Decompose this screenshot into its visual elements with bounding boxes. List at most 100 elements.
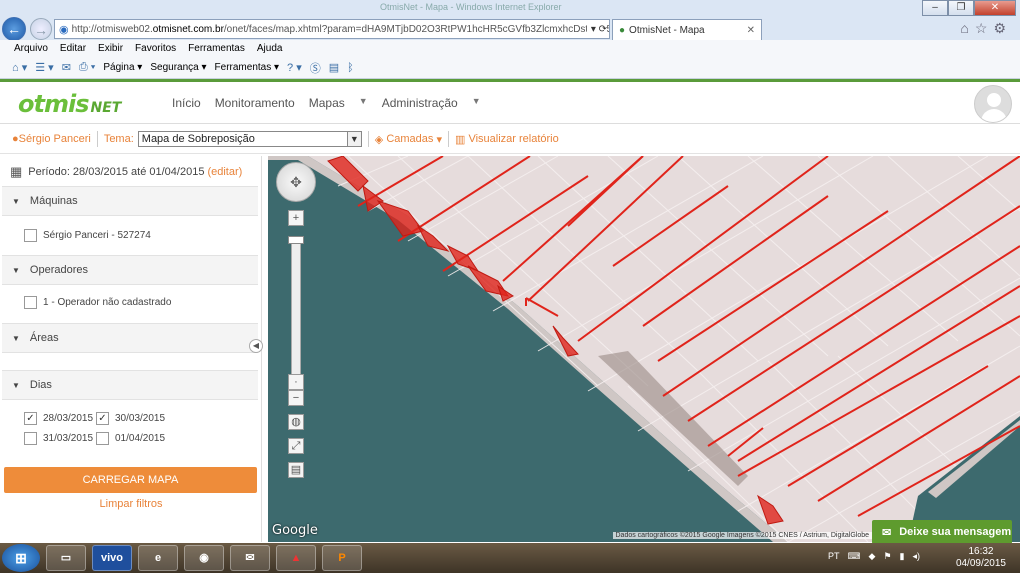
address-bar[interactable]: ◉ http://otmisweb02. otmisnet.com.br/onet…	[54, 19, 610, 39]
map-canvas[interactable]: ✥ + · − ◍ ⤢ ▤ Google Dados cartográficos…	[268, 156, 1020, 542]
feeds-icon[interactable]: ☰ ▾	[35, 61, 53, 74]
globe-icon[interactable]: ◍	[288, 414, 304, 430]
nav-administracao[interactable]: Administração	[382, 96, 458, 110]
period-text: Período: 28/03/2015 até 01/04/2015	[28, 166, 205, 178]
layers-button[interactable]: Camadas	[386, 133, 433, 145]
cmd-seguranca[interactable]: Segurança ▾	[150, 62, 206, 73]
help-icon[interactable]: ? ▾	[287, 61, 302, 74]
chevron-down-icon[interactable]: ▼	[359, 96, 368, 110]
checkbox-checked[interactable]: ✓	[96, 412, 109, 425]
report-link[interactable]: Visualizar relatório	[468, 133, 558, 145]
menu-favoritos[interactable]: Favoritos	[135, 43, 176, 54]
day-checkbox-row[interactable]: 01/04/2015	[96, 432, 165, 445]
zoom-in-button[interactable]: +	[288, 210, 304, 226]
zoom-slider-track[interactable]	[291, 236, 301, 380]
section-dias[interactable]: ▼ Dias	[2, 370, 258, 400]
pan-control-icon[interactable]: ✥	[276, 162, 316, 202]
home-icon[interactable]: ⌂	[960, 20, 974, 36]
chrome-taskbar-icon[interactable]: ◉	[184, 545, 224, 571]
section-operadores[interactable]: ▼ Operadores	[2, 255, 258, 285]
checkbox-label: 30/03/2015	[115, 413, 166, 424]
bluetooth-icon[interactable]: ᛒ	[347, 62, 354, 74]
triangle-down-icon: ▼	[12, 380, 20, 390]
favorites-icon[interactable]: ☆	[975, 20, 994, 36]
load-map-button[interactable]: CARREGAR MAPA	[4, 467, 257, 493]
refresh-icon[interactable]: ▾ ⟳	[586, 23, 607, 35]
day-checkbox-row[interactable]: ✓ 28/03/2015	[24, 412, 93, 425]
outlook-taskbar-icon[interactable]: ✉	[230, 545, 270, 571]
period-edit-link[interactable]: (editar)	[207, 166, 242, 178]
checkbox[interactable]	[24, 229, 37, 242]
checkbox[interactable]	[96, 432, 109, 445]
chevron-down-icon[interactable]: ▼	[472, 96, 481, 110]
menu-arquivo[interactable]: Arquivo	[14, 43, 48, 54]
explorer-taskbar-icon[interactable]: ▭	[46, 545, 86, 571]
tab-title: OtmisNet - Mapa	[629, 25, 705, 36]
section-maquinas[interactable]: ▼ Máquinas	[2, 186, 258, 216]
menu-ajuda[interactable]: Ajuda	[257, 43, 283, 54]
mail-icon[interactable]: ✉	[62, 61, 71, 74]
cmd-ferramentas[interactable]: Ferramentas ▾	[215, 62, 280, 73]
checkbox-checked[interactable]: ✓	[24, 412, 37, 425]
settings-icon[interactable]: ⚙	[993, 20, 1012, 36]
machine-checkbox-row[interactable]: Sérgio Panceri - 527274	[24, 229, 151, 242]
otmis-logo[interactable]: otmis NET	[18, 90, 121, 118]
nav-monitoramento[interactable]: Monitoramento	[215, 96, 295, 110]
theme-select[interactable]: Mapa de Sobreposição ▼	[137, 131, 362, 147]
ie-taskbar-icon[interactable]: e	[138, 545, 178, 571]
browser-tab[interactable]: ● OtmisNet - Mapa ✕	[612, 19, 762, 41]
leave-message-button[interactable]: ✉ Deixe sua mensagem	[872, 520, 1012, 544]
nav-mapas[interactable]: Mapas	[309, 96, 345, 110]
section-areas[interactable]: ▼ Áreas	[2, 323, 258, 353]
cmd-pagina[interactable]: Página ▾	[103, 62, 142, 73]
back-button[interactable]: ←	[2, 17, 26, 41]
clock[interactable]: 16:32 04/09/2015	[956, 546, 1006, 570]
keyboard-icon[interactable]: ⌨	[848, 551, 861, 562]
layers-control-icon[interactable]: ▤	[288, 462, 304, 478]
zoom-out-button[interactable]: −	[288, 390, 304, 406]
menu-exibir[interactable]: Exibir	[98, 43, 123, 54]
fullscreen-icon[interactable]: ⤢	[288, 438, 304, 454]
avatar[interactable]	[974, 85, 1012, 123]
clear-filters-link[interactable]: Limpar filtros	[0, 498, 262, 510]
map-toolbar: ● Sérgio Panceri Tema: Mapa de Sobreposi…	[0, 125, 1020, 154]
flag-icon[interactable]: ⚑	[883, 551, 891, 562]
skype-icon[interactable]: Ⓢ	[310, 60, 321, 76]
tab-close-icon[interactable]: ✕	[747, 25, 755, 36]
day-checkbox-row[interactable]: 31/03/2015	[24, 432, 93, 445]
zoom-slider-thumb[interactable]	[288, 236, 304, 244]
print-icon[interactable]: ⎙ ▾	[79, 61, 95, 74]
volume-icon[interactable]: ◂)	[912, 551, 920, 562]
windows-taskbar: ⊞ ▭ vivo e ◉ ✉ ▲ P PT ⌨ ◆ ⚑ ▮ ◂) 16:32 0…	[0, 543, 1020, 573]
nav-inicio[interactable]: Início	[172, 96, 201, 110]
zoom-slider-bottom-icon[interactable]: ·	[288, 374, 304, 390]
close-window-button[interactable]: ✕	[974, 0, 1016, 16]
operator-checkbox-row[interactable]: 1 - Operador não cadastrado	[24, 296, 171, 309]
collapse-sidebar-icon[interactable]: ◀	[249, 339, 263, 353]
user-name[interactable]: Sérgio Panceri	[19, 133, 91, 145]
menu-ferramentas[interactable]: Ferramentas	[188, 43, 245, 54]
network-icon[interactable]: ▮	[900, 551, 905, 562]
restore-button[interactable]: ❐	[948, 0, 974, 16]
google-logo: Google	[272, 523, 318, 538]
checkbox-label: 31/03/2015	[43, 433, 94, 444]
checkbox[interactable]	[24, 296, 37, 309]
language-indicator[interactable]: PT	[828, 551, 840, 562]
home-small-icon[interactable]: ⌂ ▾	[12, 61, 27, 74]
pdf-taskbar-icon[interactable]: ▲	[276, 545, 316, 571]
checkbox[interactable]	[24, 432, 37, 445]
period: ▦ Período: 28/03/2015 até 01/04/2015 (ed…	[10, 164, 242, 180]
shield-icon[interactable]: ◆	[869, 551, 876, 562]
app-header: otmis NET Início Monitoramento Mapas ▼ Ad…	[0, 82, 1020, 124]
powerpoint-taskbar-icon[interactable]: P	[322, 545, 362, 571]
start-button[interactable]: ⊞	[2, 544, 40, 572]
day-checkbox-row[interactable]: ✓ 30/03/2015	[96, 412, 165, 425]
calendar-icon: ▦	[10, 164, 23, 179]
theme-label: Tema:	[103, 133, 134, 145]
chevron-down-icon[interactable]: ▼	[346, 132, 361, 146]
minimize-button[interactable]: –	[922, 0, 948, 16]
menu-editar[interactable]: Editar	[60, 43, 86, 54]
forward-button[interactable]: →	[30, 18, 52, 40]
research-icon[interactable]: ▤	[329, 61, 339, 74]
vivo-taskbar-icon[interactable]: vivo	[92, 545, 132, 571]
